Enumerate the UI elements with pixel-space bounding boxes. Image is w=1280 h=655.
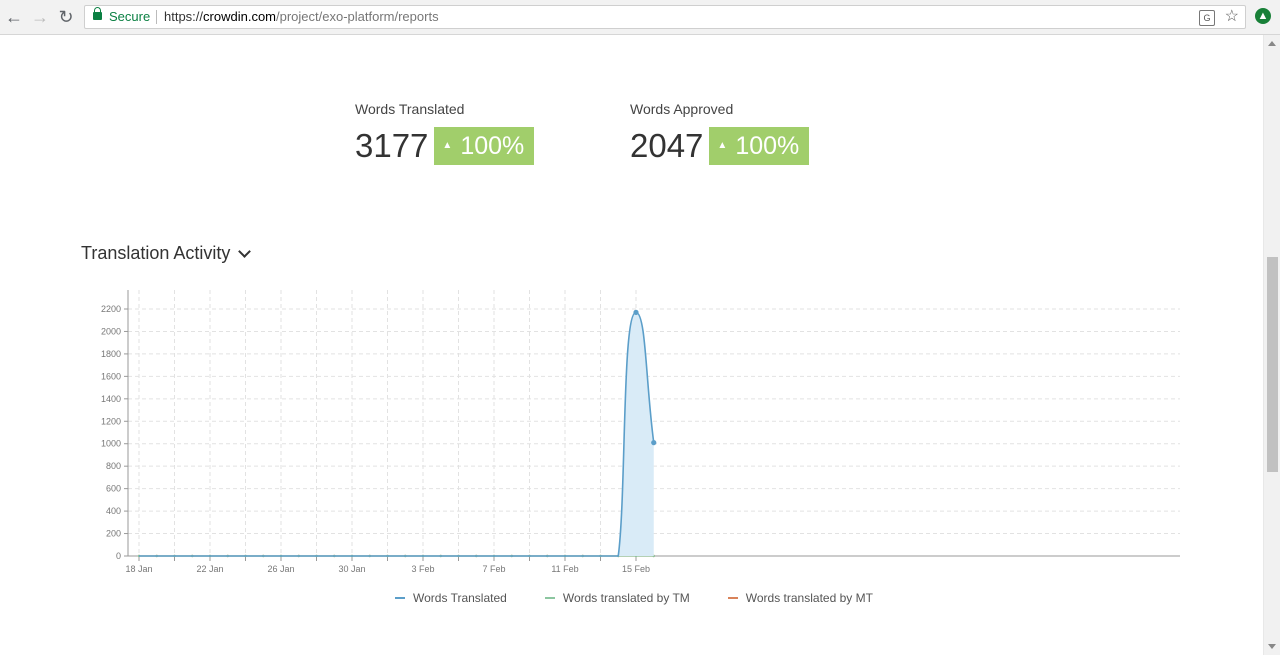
- scroll-thumb[interactable]: [1267, 257, 1278, 472]
- secure-label: Secure: [109, 9, 151, 24]
- section-title: Translation Activity: [81, 243, 231, 263]
- y-tick-label: 1800: [101, 349, 121, 359]
- data-point: [633, 309, 639, 315]
- url-path: /project/exo-platform/reports: [276, 9, 439, 24]
- y-tick-label: 1600: [101, 371, 121, 381]
- translation-activity-chart: 0 200 400 600 800 1000 1200 1400 1600 1800 2000 220…: [101, 290, 1180, 574]
- address-bar[interactable]: Secure https://crowdin.com/project/exo-p…: [84, 5, 1246, 29]
- star-icon[interactable]: ☆: [1225, 6, 1239, 28]
- x-tick-label: 18 Jan: [125, 564, 152, 574]
- legend-label: Words translated by MT: [745, 591, 873, 605]
- up-triangle-icon: ▲: [717, 140, 728, 151]
- x-tick-label: 7 Feb: [482, 564, 505, 574]
- change-badge: ▲ 100%: [709, 127, 810, 165]
- reload-icon[interactable]: ↻: [56, 7, 76, 27]
- legend-item[interactable]: Words Translated: [395, 591, 507, 605]
- url-scheme: https://: [164, 9, 204, 24]
- change-value: 100%: [460, 132, 525, 160]
- y-tick-label: 1000: [101, 439, 121, 449]
- change-value: 100%: [735, 132, 800, 160]
- up-triangle-icon: ▲: [442, 140, 453, 151]
- y-tick-label: 800: [106, 461, 121, 471]
- url-text[interactable]: https://crowdin.com/project/exo-platform…: [164, 6, 439, 28]
- y-tick-label: 2000: [101, 326, 121, 336]
- x-tick-label: 11 Feb: [551, 564, 578, 574]
- legend-item[interactable]: Words translated by TM: [544, 591, 690, 605]
- lock-icon: [93, 7, 102, 20]
- y-tick-label: 0: [116, 551, 121, 561]
- y-tick-label: 1400: [101, 394, 121, 404]
- stat-label: Words Approved: [630, 101, 734, 117]
- chart-legend: Words Translated Words translated by TM Wo…: [395, 591, 911, 605]
- url-host: crowdin.com: [203, 9, 276, 24]
- words-approved-stat: Words Approved 2047 ▲ 100%: [630, 101, 810, 165]
- legend-swatch: [395, 597, 405, 599]
- stat-label: Words Translated: [355, 101, 465, 117]
- y-tick-label: 2200: [101, 304, 121, 314]
- legend-item[interactable]: Words translated by MT: [727, 591, 873, 605]
- legend-swatch: [727, 597, 738, 599]
- change-badge: ▲ 100%: [434, 127, 535, 165]
- legend-label: Words translated by TM: [562, 591, 690, 605]
- divider: [156, 10, 157, 24]
- x-tick-label: 22 Jan: [196, 564, 223, 574]
- browser-toolbar: ← → ↻ Secure https://crowdin.com/project…: [0, 0, 1280, 35]
- scroll-up-icon[interactable]: [1268, 41, 1276, 46]
- extension-icon[interactable]: ▲: [1255, 8, 1271, 24]
- scrollbar[interactable]: [1263, 35, 1280, 655]
- section-title-dropdown[interactable]: Translation Activity: [81, 243, 252, 264]
- legend-label: Words Translated: [413, 591, 507, 605]
- y-tick-label: 600: [106, 484, 121, 494]
- forward-arrow-icon[interactable]: →: [30, 7, 50, 27]
- x-tick-label: 3 Feb: [411, 564, 434, 574]
- y-tick-label: 400: [106, 506, 121, 516]
- x-tick-label: 15 Feb: [622, 564, 650, 574]
- scroll-down-icon[interactable]: [1268, 644, 1276, 649]
- chevron-down-icon[interactable]: [238, 244, 252, 258]
- y-tick-label: 200: [106, 529, 121, 539]
- back-arrow-icon[interactable]: ←: [4, 7, 24, 27]
- data-point: [651, 440, 657, 446]
- stat-value: 3177: [355, 127, 429, 164]
- series-line-words-translated: [139, 311, 655, 557]
- x-tick-label: 26 Jan: [267, 564, 294, 574]
- stat-value: 2047: [630, 127, 704, 164]
- y-tick-label: 1200: [101, 416, 121, 426]
- words-translated-stat: Words Translated 3177 ▲ 100%: [355, 101, 535, 165]
- x-tick-label: 30 Jan: [338, 564, 365, 574]
- legend-swatch: [544, 597, 555, 599]
- translate-icon[interactable]: G: [1199, 10, 1215, 26]
